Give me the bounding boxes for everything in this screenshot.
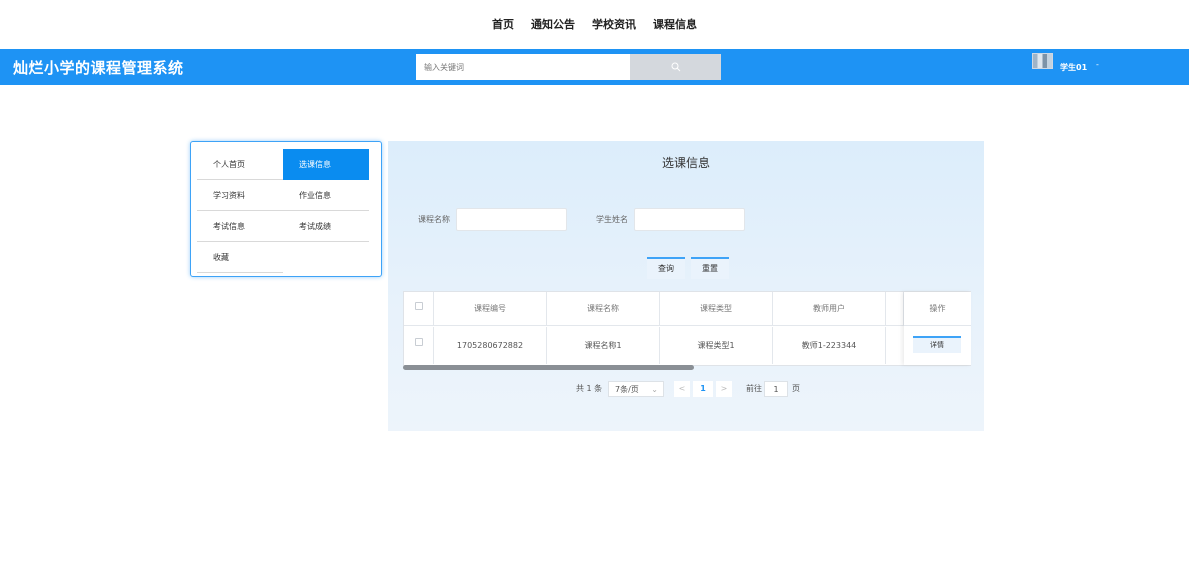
sidebar-item-personal-home[interactable]: 个人首页	[197, 149, 283, 180]
student-name-input[interactable]	[634, 208, 745, 231]
nav-school-news[interactable]: 学校资讯	[592, 16, 636, 32]
search-button[interactable]	[630, 54, 721, 80]
username[interactable]: 学生01	[1060, 62, 1087, 73]
current-page[interactable]: 1	[693, 381, 713, 397]
goto-page-input[interactable]: 1	[764, 381, 788, 397]
user-menu-caret[interactable]: -	[1096, 60, 1099, 69]
top-nav: 首页 通知公告 学校资讯 课程信息	[0, 0, 1189, 48]
sidebar-item-exam-scores[interactable]: 考试成绩	[283, 211, 369, 242]
header-bar: 灿烂小学的课程管理系统 学生01 -	[0, 49, 1189, 85]
course-name-label: 课程名称	[418, 215, 450, 224]
row-checkbox-cell	[404, 327, 434, 364]
chevron-down-icon: ⌄	[651, 385, 658, 394]
search-input[interactable]	[416, 54, 630, 80]
column-header-spacer	[886, 292, 904, 326]
sidebar-item-homework[interactable]: 作业信息	[283, 180, 369, 211]
next-page-button[interactable]: >	[716, 381, 732, 397]
row-checkbox[interactable]	[415, 338, 423, 346]
nav-notices[interactable]: 通知公告	[531, 16, 575, 32]
avatar[interactable]	[1032, 53, 1053, 69]
sidebar-item-course-selection[interactable]: 选课信息	[283, 149, 369, 180]
column-header-actions: 操作	[904, 292, 971, 326]
page-size-value: 7条/页	[615, 385, 639, 394]
cell-teacher: 教师1-223344	[773, 327, 886, 364]
actions-column: 操作 详情	[904, 292, 971, 365]
cell-course-name: 课程名称1	[547, 327, 660, 364]
nav-home[interactable]: 首页	[492, 16, 514, 32]
cell-course-no: 1705280672882	[434, 327, 547, 364]
prev-page-button[interactable]: <	[674, 381, 690, 397]
nav-course-info[interactable]: 课程信息	[653, 16, 697, 32]
page-size-select[interactable]: 7条/页 ⌄	[608, 381, 664, 397]
sidebar-item-favorites[interactable]: 收藏	[197, 242, 283, 273]
reset-button[interactable]: 重置	[691, 257, 729, 279]
student-name-label: 学生姓名	[596, 215, 628, 224]
page-title: 选课信息	[661, 156, 710, 170]
column-header-teacher: 教师用户	[773, 292, 886, 326]
sidebar-item-exam-info[interactable]: 考试信息	[197, 211, 283, 242]
query-button[interactable]: 查询	[647, 257, 685, 279]
cell-course-type: 课程类型1	[660, 327, 773, 364]
header-checkbox-cell	[404, 292, 434, 326]
select-all-checkbox[interactable]	[415, 302, 423, 310]
pagination: 共 1 条 7条/页 ⌄ < 1 > 前往 1 页	[388, 381, 984, 397]
course-table: 课程编号 课程名称 课程类型 教师用户 1705280672882 课程名称1 …	[403, 291, 971, 366]
goto-label: 前往	[746, 384, 762, 393]
main-panel: 选课信息 课程名称 学生姓名 查询 重置 课程编号 课程名称 课程类型 教师用户…	[388, 141, 984, 431]
site-title: 灿烂小学的课程管理系统	[13, 59, 184, 77]
page-unit-label: 页	[792, 384, 800, 393]
detail-button[interactable]: 详情	[913, 336, 961, 353]
total-count: 共 1 条	[576, 384, 603, 393]
column-header-course-type: 课程类型	[660, 292, 773, 326]
search-icon	[671, 62, 680, 72]
table-horizontal-scrollbar[interactable]	[403, 365, 694, 370]
column-header-course-no: 课程编号	[434, 292, 547, 326]
column-header-course-name: 课程名称	[547, 292, 660, 326]
sidebar-item-study-materials[interactable]: 学习资料	[197, 180, 283, 211]
course-name-input[interactable]	[456, 208, 567, 231]
side-menu: 个人首页 选课信息 学习资料 作业信息 考试信息 考试成绩 收藏	[190, 141, 382, 277]
